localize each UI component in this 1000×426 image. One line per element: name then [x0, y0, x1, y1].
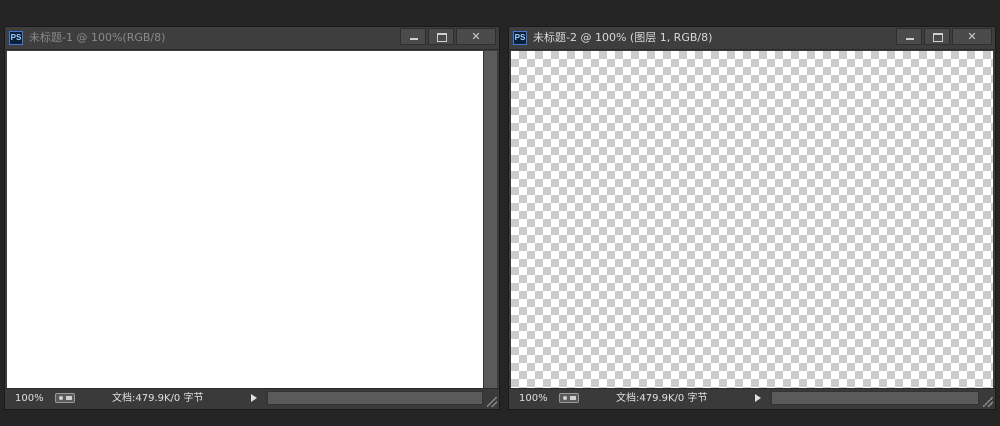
document-title: 未标题-1 @ 100%(RGB/8) — [29, 31, 166, 44]
document-canvas-white[interactable] — [7, 51, 483, 390]
maximize-button[interactable] — [428, 28, 454, 45]
document-statusbar: 100% 文档:479.9K/0 字节 — [5, 388, 499, 409]
maximize-button[interactable] — [924, 28, 950, 45]
status-menu-arrow-icon[interactable] — [251, 394, 257, 402]
document-canvas-transparent[interactable] — [511, 51, 993, 390]
window-controls: ✕ — [894, 28, 992, 46]
close-button[interactable]: ✕ — [952, 28, 992, 45]
minimize-icon — [906, 38, 914, 40]
document-window-untitled-1[interactable]: PS 未标题-1 @ 100%(RGB/8) ✕ 100% 文档:479.9K/… — [4, 26, 500, 410]
maximize-icon — [933, 33, 943, 42]
close-icon: ✕ — [471, 30, 481, 43]
document-size-info: 文档:479.9K/0 字节 — [112, 393, 204, 404]
zoom-level-field[interactable]: 100% — [519, 392, 548, 405]
horizontal-scrollbar[interactable] — [771, 391, 979, 405]
minimize-icon — [410, 38, 418, 40]
close-icon: ✕ — [967, 30, 977, 43]
document-title: 未标题-2 @ 100% (图层 1, RGB/8) — [533, 31, 713, 44]
resize-grip-icon[interactable] — [487, 397, 497, 407]
resize-grip-icon[interactable] — [983, 397, 993, 407]
zoom-level-field[interactable]: 100% — [15, 392, 44, 405]
status-preview-icon[interactable] — [559, 393, 579, 403]
photoshop-workspace: PS 未标题-1 @ 100%(RGB/8) ✕ 100% 文档:479.9K/… — [0, 0, 1000, 426]
status-menu-arrow-icon[interactable] — [755, 394, 761, 402]
status-preview-icon[interactable] — [55, 393, 75, 403]
photoshop-app-icon: PS — [9, 31, 23, 45]
horizontal-scrollbar[interactable] — [267, 391, 483, 405]
window-titlebar[interactable]: PS 未标题-2 @ 100% (图层 1, RGB/8) ✕ — [509, 27, 995, 50]
maximize-icon — [437, 33, 447, 42]
vertical-scrollbar[interactable] — [483, 51, 497, 390]
close-button[interactable]: ✕ — [456, 28, 496, 45]
minimize-button[interactable] — [400, 28, 426, 45]
photoshop-app-icon: PS — [513, 31, 527, 45]
document-window-untitled-2[interactable]: PS 未标题-2 @ 100% (图层 1, RGB/8) ✕ 100% 文档:… — [508, 26, 996, 410]
document-size-info: 文档:479.9K/0 字节 — [616, 393, 708, 404]
minimize-button[interactable] — [896, 28, 922, 45]
document-statusbar: 100% 文档:479.9K/0 字节 — [509, 388, 995, 409]
window-titlebar[interactable]: PS 未标题-1 @ 100%(RGB/8) ✕ — [5, 27, 499, 50]
window-controls: ✕ — [398, 28, 496, 46]
